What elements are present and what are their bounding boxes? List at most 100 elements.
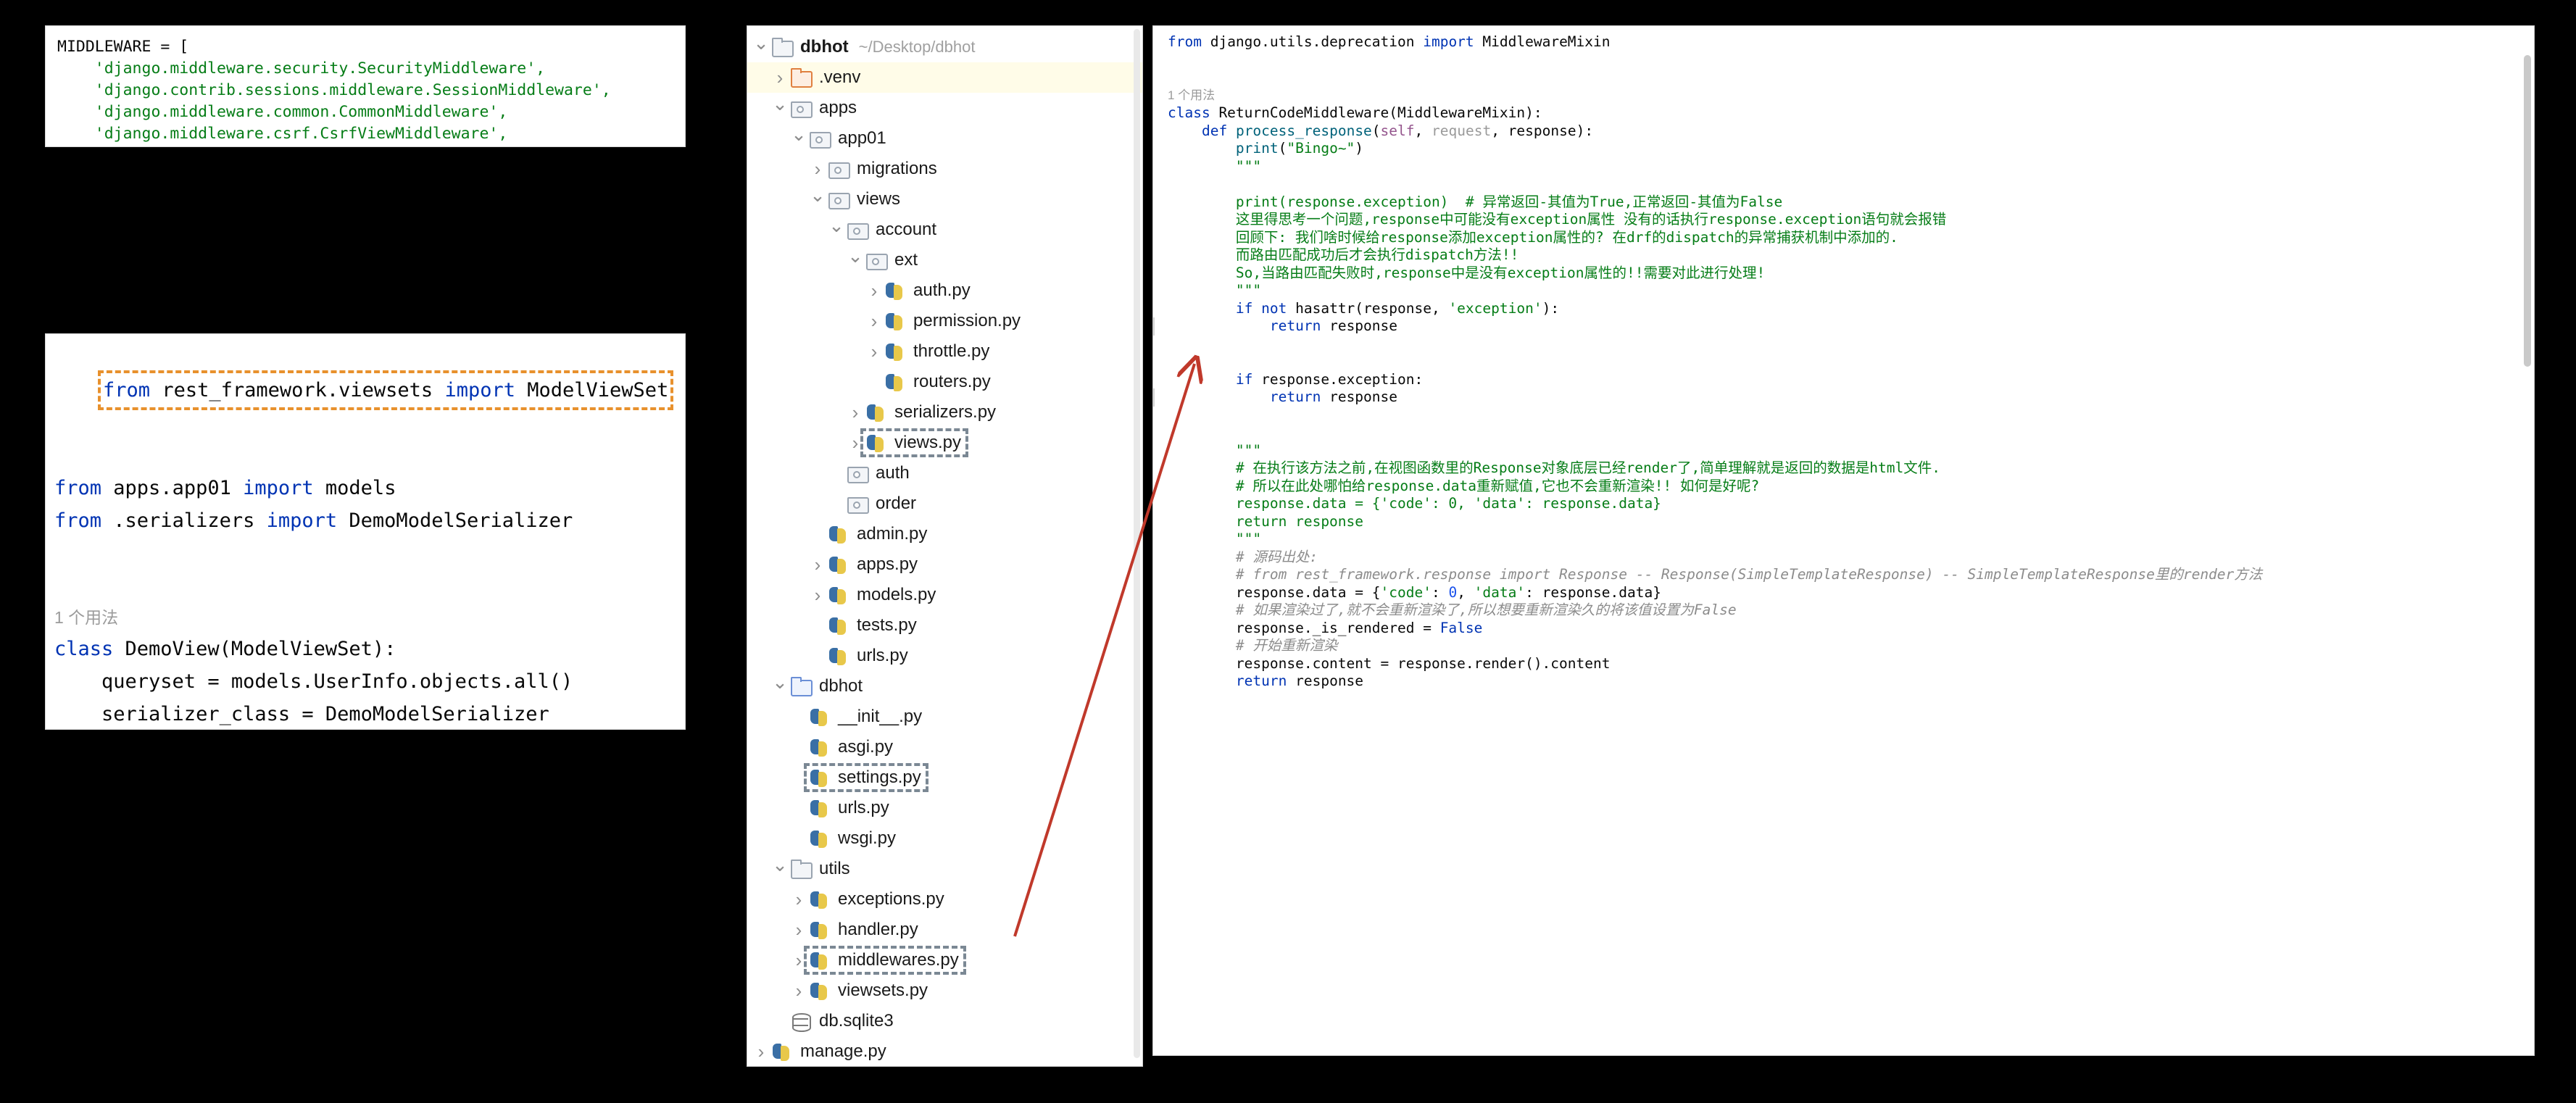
chevron-down-icon[interactable] xyxy=(846,249,865,272)
tree-row[interactable]: tests.py xyxy=(747,610,1142,641)
tree-item[interactable]: auth xyxy=(846,463,913,483)
tree-item[interactable]: asgi.py xyxy=(808,737,896,757)
tree-row[interactable]: models.py xyxy=(747,580,1142,610)
tree-row[interactable]: views xyxy=(747,184,1142,215)
tree-row[interactable]: wsgi.py xyxy=(747,823,1142,854)
code-token: MiddlewareMixin xyxy=(1474,33,1611,50)
project-tree-panel[interactable]: dbhot ~/Desktop/dbhot .venv apps app01 migr… xyxy=(747,25,1143,1067)
tree-row[interactable]: auth.py xyxy=(747,275,1142,306)
tree-row[interactable]: viewsets.py xyxy=(747,975,1142,1006)
tree-row[interactable]: settings.py xyxy=(747,762,1142,793)
tree-row[interactable]: asgi.py xyxy=(747,732,1142,762)
tree-row[interactable]: db.sqlite3 xyxy=(747,1006,1142,1036)
tree-item[interactable]: account xyxy=(846,220,939,240)
tree-scrollbar[interactable] xyxy=(1134,29,1140,1058)
tree-row[interactable]: urls.py xyxy=(747,641,1142,671)
tree-rows-container[interactable]: .venv apps app01 migrations views account ext a… xyxy=(747,62,1142,1067)
tree-item[interactable]: tests.py xyxy=(827,615,920,636)
chevron-down-icon[interactable] xyxy=(752,36,770,59)
tree-item[interactable]: dbhot xyxy=(789,676,865,696)
tree-row[interactable]: handler.py xyxy=(747,915,1142,945)
tree-item[interactable]: admin.py xyxy=(827,524,930,544)
chevron-right-icon[interactable] xyxy=(865,310,884,333)
chevron-down-icon[interactable] xyxy=(770,97,789,120)
chevron-right-icon[interactable] xyxy=(789,980,808,1002)
editor-code-line: response.data = {'code': 0, 'data': resp… xyxy=(1153,584,2534,602)
tree-item[interactable]: auth.py xyxy=(884,280,973,301)
tree-item[interactable]: urls.py xyxy=(808,798,892,818)
tree-row[interactable]: routers.py xyxy=(747,367,1142,397)
tree-item[interactable]: apps xyxy=(789,98,860,118)
module-path: .serializers xyxy=(101,509,267,532)
tree-row[interactable]: manage.py xyxy=(747,1036,1142,1067)
tree-row[interactable]: exceptions.py xyxy=(747,884,1142,915)
tree-item[interactable]: manage.py xyxy=(770,1041,889,1062)
chevron-down-icon[interactable] xyxy=(827,219,846,241)
tree-item[interactable]: order xyxy=(846,494,919,514)
tree-row[interactable]: dbhot xyxy=(747,671,1142,702)
tree-item[interactable]: handler.py xyxy=(808,920,921,940)
chevron-down-icon[interactable] xyxy=(808,188,827,211)
tree-item[interactable]: models.py xyxy=(827,585,939,605)
tree-row[interactable]: admin.py xyxy=(747,519,1142,549)
tree-item[interactable]: permission.py xyxy=(884,311,1023,331)
tree-row[interactable]: urls.py xyxy=(747,793,1142,823)
tree-row-root[interactable]: dbhot ~/Desktop/dbhot xyxy=(747,32,1142,62)
tree-row[interactable]: .venv xyxy=(747,62,1142,93)
chevron-right-icon[interactable] xyxy=(865,280,884,302)
chevron-right-icon[interactable] xyxy=(808,158,827,180)
chevron-right-icon[interactable] xyxy=(808,584,827,607)
tree-row[interactable]: apps.py xyxy=(747,549,1142,580)
tree-item[interactable]: db.sqlite3 xyxy=(789,1011,897,1031)
tree-item[interactable]: migrations xyxy=(827,159,940,179)
tree-item[interactable]: .venv xyxy=(789,67,863,88)
tree-item[interactable]: middlewares.py xyxy=(808,950,962,970)
tree-row[interactable]: auth xyxy=(747,458,1142,488)
tree-row[interactable]: throttle.py xyxy=(747,336,1142,367)
code-token xyxy=(1168,371,1236,388)
tree-item[interactable]: ext xyxy=(865,250,921,270)
tree-row[interactable]: __init__.py xyxy=(747,702,1142,732)
tree-item[interactable]: viewsets.py xyxy=(808,981,931,1001)
tree-row[interactable]: middlewares.py xyxy=(747,945,1142,975)
tree-item[interactable]: exceptions.py xyxy=(808,889,947,910)
tree-item[interactable]: apps.py xyxy=(827,554,921,575)
code-token: class xyxy=(1168,104,1210,121)
chevron-right-icon[interactable] xyxy=(846,432,865,454)
tree-item[interactable]: app01 xyxy=(808,128,889,149)
tree-row[interactable]: views.py xyxy=(747,428,1142,458)
tree-row[interactable]: apps xyxy=(747,93,1142,123)
chevron-down-icon[interactable] xyxy=(770,675,789,698)
chevron-right-icon[interactable] xyxy=(752,1041,770,1063)
tree-row[interactable]: utils xyxy=(747,854,1142,884)
tree-item[interactable]: views.py xyxy=(865,433,964,453)
tree-row[interactable]: permission.py xyxy=(747,306,1142,336)
chevron-right-icon[interactable] xyxy=(770,67,789,89)
tree-item[interactable]: wsgi.py xyxy=(808,828,899,849)
tree-item[interactable]: serializers.py xyxy=(865,402,999,423)
tree-row[interactable]: migrations xyxy=(747,154,1142,184)
chevron-down-icon[interactable] xyxy=(789,128,808,150)
middlewares-editor-panel[interactable]: from django.utils.deprecation import Mid… xyxy=(1152,25,2535,1056)
chevron-right-icon[interactable] xyxy=(808,554,827,576)
tree-item[interactable]: settings.py xyxy=(808,767,924,788)
chevron-right-icon[interactable] xyxy=(789,949,808,972)
tree-item[interactable]: throttle.py xyxy=(884,341,992,362)
tree-item[interactable]: utils xyxy=(789,859,853,879)
tree-item[interactable]: routers.py xyxy=(884,372,994,392)
tree-row[interactable]: serializers.py xyxy=(747,397,1142,428)
tree-item[interactable]: urls.py xyxy=(827,646,911,666)
chevron-right-icon[interactable] xyxy=(846,401,865,424)
chevron-right-icon[interactable] xyxy=(789,919,808,941)
chevron-down-icon[interactable] xyxy=(770,858,789,881)
tree-item[interactable]: views xyxy=(827,189,903,209)
editor-scrollbar[interactable] xyxy=(2524,55,2531,367)
chevron-right-icon[interactable] xyxy=(789,888,808,911)
tree-row[interactable]: app01 xyxy=(747,123,1142,154)
tree-row[interactable]: ext xyxy=(747,245,1142,275)
tree-item[interactable]: __init__.py xyxy=(808,707,925,727)
tree-row[interactable]: account xyxy=(747,215,1142,245)
chevron-right-icon[interactable] xyxy=(865,341,884,363)
python-file-icon xyxy=(827,555,852,574)
tree-row[interactable]: order xyxy=(747,488,1142,519)
